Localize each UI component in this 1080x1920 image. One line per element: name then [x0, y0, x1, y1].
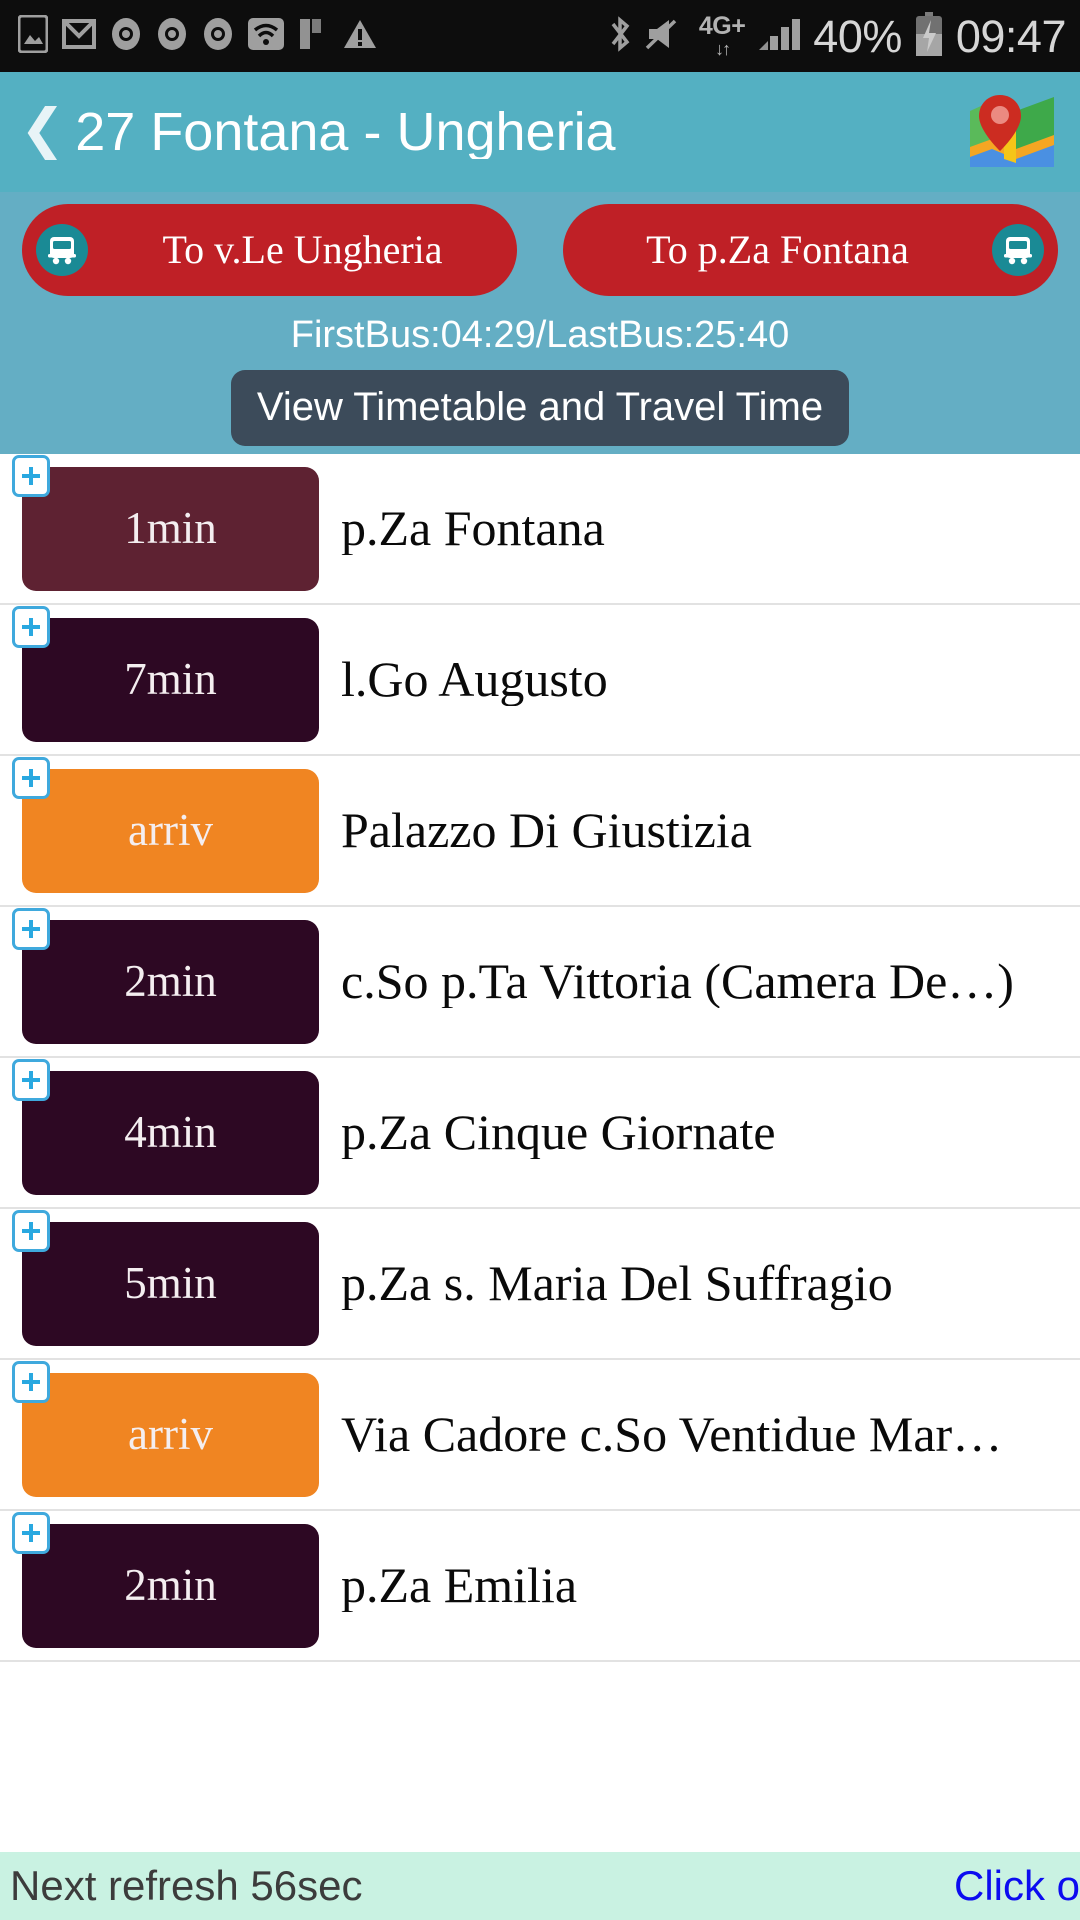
bus-icon [992, 224, 1044, 276]
click-link[interactable]: Click or [954, 1865, 1080, 1907]
direction-button-label: To p.Za Fontana [646, 227, 909, 272]
page-title: 27 Fontana - Ungheria [75, 105, 616, 159]
stop-row[interactable]: 2min p.Za Emilia [0, 1511, 1080, 1662]
stop-name: l.Go Augusto [341, 653, 608, 706]
status-bar-left-icons [17, 14, 607, 58]
first-last-bus-label: FirstBus:04:29/LastBus:25:40 [290, 314, 790, 356]
bottom-status-bar: Next refresh 56sec Click or [0, 1852, 1080, 1920]
direction-button-label: To v.Le Ungheria [162, 227, 443, 272]
stop-row[interactable]: 7min l.Go Augusto [0, 605, 1080, 756]
eta-badge-wrap: 2min [12, 1511, 319, 1648]
eta-badge[interactable]: 7min [22, 617, 319, 742]
network-type-label: 4G+ [698, 12, 746, 40]
eta-badge-wrap: 2min [12, 907, 319, 1044]
stop-name: Palazzo Di Giustizia [341, 804, 752, 857]
eta-badge-wrap: arriv [12, 756, 319, 893]
gallery-icon [17, 14, 49, 58]
plus-icon[interactable] [12, 756, 50, 799]
stop-name: Via Cadore c.So Ventidue Mar… [341, 1408, 1003, 1461]
stop-row[interactable]: 5min p.Za s. Maria Del Suffragio [0, 1209, 1080, 1360]
stop-list[interactable]: 1min p.Za Fontana 7min l.Go Augusto arriv Pal… [0, 454, 1080, 1920]
flipboard-icon [298, 17, 328, 56]
clock-label: 09:47 [955, 10, 1067, 62]
volume-mute-icon [645, 17, 687, 56]
eta-badge[interactable]: 4min [22, 1070, 319, 1195]
direction-panel: To v.Le Ungheria To p.Za Fontana FirstBu… [0, 192, 1080, 454]
battery-percent-label: 40% [813, 10, 902, 62]
stop-row[interactable]: 1min p.Za Fontana [0, 454, 1080, 605]
status-bar-right-icons: 4G+ ↓↑ 40% 09:47 [607, 10, 1067, 62]
app-root: 4G+ ↓↑ 40% 09:47 ❮ 27 Fontana - Ungheria [0, 0, 1080, 1920]
view-timetable-button[interactable]: View Timetable and Travel Time [230, 370, 850, 446]
bus-icon [36, 224, 88, 276]
plus-icon[interactable] [12, 1511, 50, 1554]
eta-badge[interactable]: 2min [22, 1523, 319, 1648]
eta-badge[interactable]: 1min [22, 466, 319, 591]
stop-row[interactable]: arriv Via Cadore c.So Ventidue Mar… [0, 1360, 1080, 1511]
network-type-indicator: 4G+ ↓↑ [698, 12, 746, 59]
plus-icon[interactable] [12, 1209, 50, 1252]
eta-badge-wrap: 5min [12, 1209, 319, 1346]
stop-row[interactable]: arriv Palazzo Di Giustizia [0, 756, 1080, 907]
eta-badge[interactable]: 5min [22, 1221, 319, 1346]
app-header: ❮ 27 Fontana - Ungheria [0, 72, 1080, 192]
direction-button-to-ungheria[interactable]: To v.Le Ungheria [22, 204, 517, 296]
timetable-button-row: View Timetable and Travel Time [0, 370, 1080, 446]
plus-icon[interactable] [12, 1058, 50, 1101]
google-maps-icon[interactable] [966, 89, 1058, 175]
stop-name: c.So p.Ta Vittoria (Camera De…) [341, 955, 1014, 1008]
gmail-icon [62, 18, 96, 54]
chrome-icon [202, 17, 234, 56]
plus-icon[interactable] [12, 605, 50, 648]
stop-name: p.Za Emilia [341, 1559, 578, 1612]
status-bar: 4G+ ↓↑ 40% 09:47 [0, 0, 1080, 72]
battery-charging-icon [914, 11, 944, 61]
eta-badge-wrap: 7min [12, 605, 319, 742]
plus-icon[interactable] [12, 907, 50, 950]
stop-name: p.Za Cinque Giornate [341, 1106, 776, 1159]
wifi-icon [248, 17, 284, 55]
stop-name: p.Za s. Maria Del Suffragio [341, 1257, 893, 1310]
chrome-icon [156, 17, 188, 56]
direction-button-to-fontana[interactable]: To p.Za Fontana [563, 204, 1058, 296]
eta-badge-wrap: 4min [12, 1058, 319, 1195]
direction-button-row: To v.Le Ungheria To p.Za Fontana [0, 204, 1080, 296]
next-refresh-label: Next refresh 56sec [10, 1862, 363, 1909]
plus-icon[interactable] [12, 454, 50, 497]
back-icon[interactable]: ❮ [14, 102, 75, 162]
eta-badge[interactable]: arriv [22, 768, 319, 893]
stop-row[interactable]: 2min c.So p.Ta Vittoria (Camera De…) [0, 907, 1080, 1058]
stop-name: p.Za Fontana [341, 502, 605, 555]
eta-badge-wrap: arriv [12, 1360, 319, 1497]
plus-icon[interactable] [12, 1360, 50, 1403]
eta-badge[interactable]: 2min [22, 919, 319, 1044]
bluetooth-icon [607, 14, 633, 59]
eta-badge[interactable]: arriv [22, 1372, 319, 1497]
eta-badge-wrap: 1min [12, 454, 319, 591]
stop-row[interactable]: 4min p.Za Cinque Giornate [0, 1058, 1080, 1209]
chrome-icon [110, 17, 142, 56]
warning-icon [342, 18, 378, 55]
signal-bars-icon [757, 16, 801, 57]
network-activity-arrows: ↓↑ [715, 39, 731, 59]
